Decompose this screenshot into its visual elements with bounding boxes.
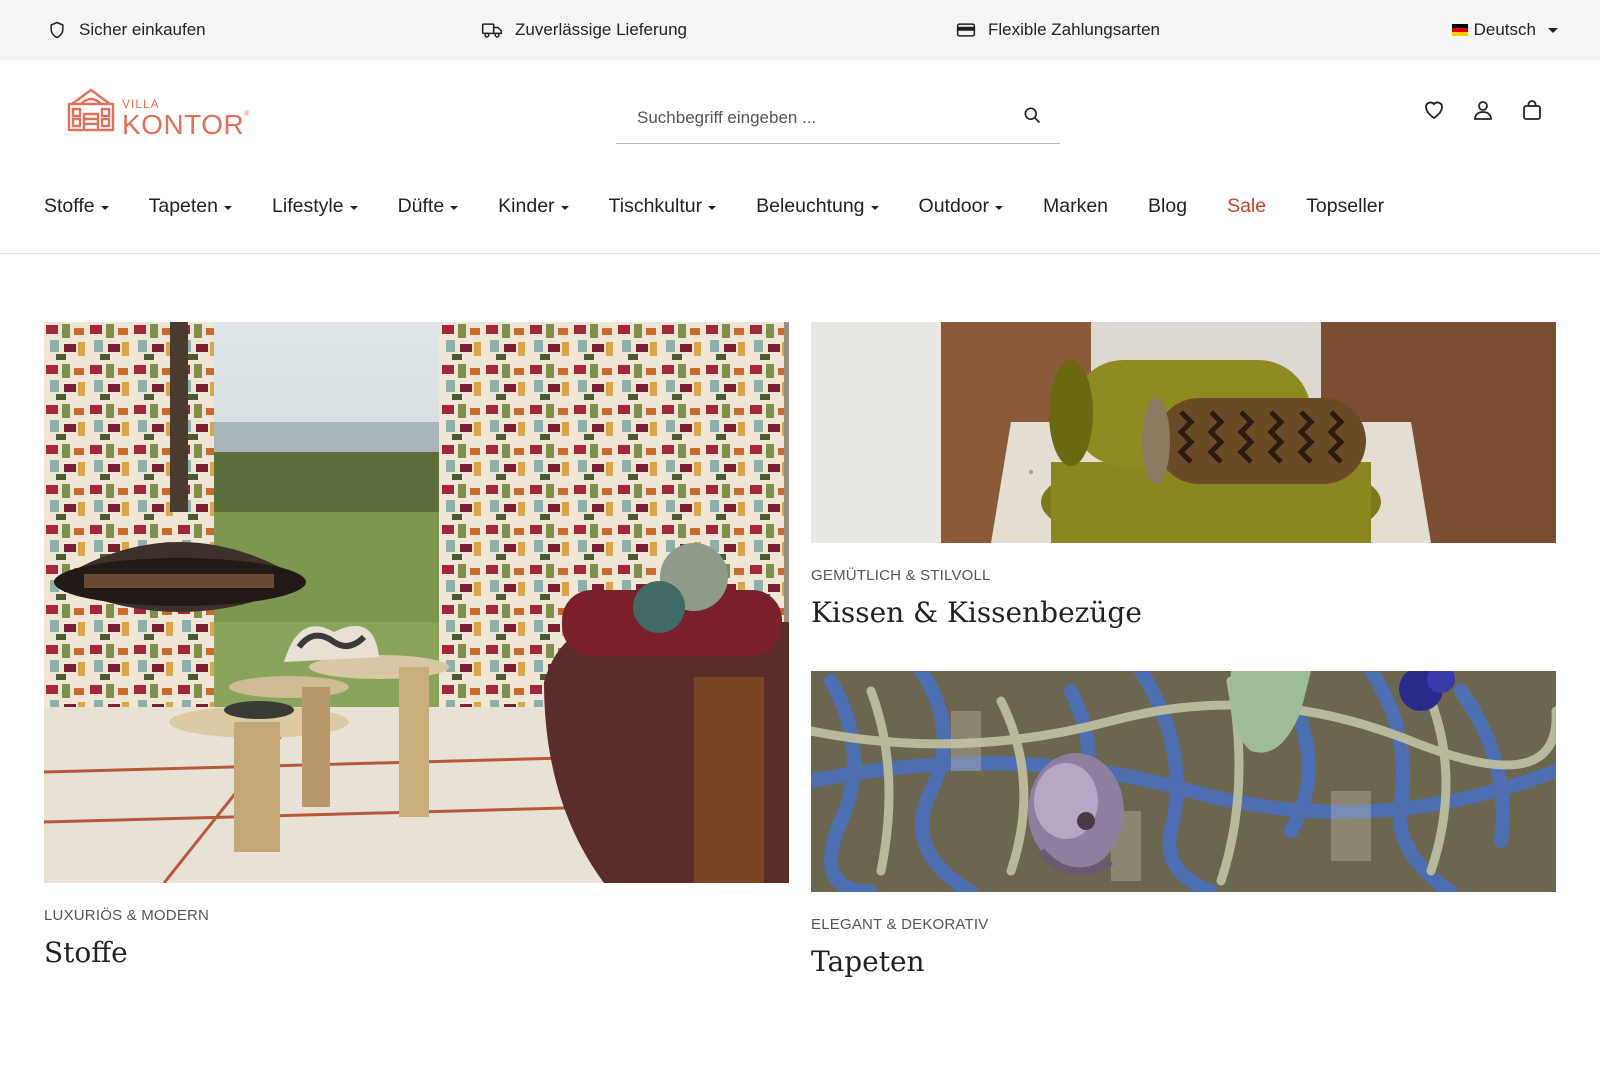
credit-card-icon [956, 22, 976, 38]
usp-label: Sicher einkaufen [79, 20, 206, 39]
nav-label: Tapeten [148, 194, 219, 217]
header-actions [1422, 98, 1544, 122]
search-bar [616, 92, 1060, 144]
usp-payment: Flexible Zahlungsarten [956, 0, 1160, 60]
logo[interactable]: VILLA KONTOR® [66, 84, 250, 139]
user-icon[interactable] [1471, 98, 1495, 122]
logo-line2: KONTOR [122, 109, 245, 140]
nav-item-beleuchtung[interactable]: Beleuchtung [756, 194, 879, 218]
german-flag-icon [1451, 24, 1468, 36]
usp-delivery: Zuverlässige Lieferung [481, 0, 687, 60]
usp-label: Flexible Zahlungsarten [988, 20, 1160, 39]
truck-icon [481, 20, 503, 40]
teaser-title[interactable]: Stoffe [44, 936, 789, 969]
language-label: Deutsch [1473, 20, 1536, 39]
teaser-image-kissen [811, 322, 1556, 543]
search-input[interactable] [616, 92, 1004, 143]
chevron-down-icon [995, 205, 1003, 210]
teaser-title[interactable]: Kissen & Kissenbezüge [811, 596, 1556, 629]
nav-item-tischkultur[interactable]: Tischkultur [609, 195, 717, 218]
usp-secure-shopping: Sicher einkaufen [47, 0, 206, 60]
nav-label: Outdoor [918, 194, 989, 217]
teaser-title[interactable]: Tapeten [811, 945, 1556, 978]
teaser-tapeten[interactable]: ELEGANT & DEKORATIV Tapeten [811, 671, 1556, 978]
teaser-eyebrow: ELEGANT & DEKORATIV [811, 916, 989, 933]
teaser-image-stoffe [44, 322, 789, 883]
nav-label: Lifestyle [272, 194, 344, 217]
nav-item-marken[interactable]: Marken [1043, 195, 1108, 218]
chevron-down-icon [708, 205, 717, 210]
teaser-image-tapeten [811, 671, 1556, 892]
language-selector[interactable]: Deutsch [1451, 0, 1558, 60]
nav-item-duefte[interactable]: Düfte [398, 195, 459, 218]
villa-building-icon [66, 84, 116, 139]
chevron-down-icon [870, 205, 879, 210]
nav-label: Tischkultur [608, 194, 703, 217]
search-button[interactable] [1004, 92, 1060, 143]
nav-item-stoffe[interactable]: Stoffe [44, 195, 109, 218]
nav-label: Sale [1227, 194, 1267, 217]
nav-label: Marken [1043, 194, 1109, 217]
nav-label: Topseller [1306, 194, 1385, 217]
shield-icon [47, 20, 67, 40]
shopping-bag-icon[interactable] [1520, 98, 1544, 122]
nav-label: Stoffe [44, 194, 95, 217]
teaser-kissen[interactable]: GEMÜTLICH & STILVOLL Kissen & Kissenbezü… [811, 322, 1556, 629]
search-icon [1022, 105, 1042, 130]
registered-mark: ® [244, 111, 250, 118]
chevron-down-icon [1548, 27, 1558, 33]
nav-item-kinder[interactable]: Kinder [498, 194, 569, 218]
chevron-down-icon [450, 205, 459, 210]
nav-item-lifestyle[interactable]: Lifestyle [272, 195, 358, 218]
heart-icon[interactable] [1422, 98, 1446, 122]
chevron-down-icon [560, 205, 569, 210]
teaser-eyebrow: LUXURIÖS & MODERN [44, 907, 210, 924]
teaser-stoffe[interactable]: LUXURIÖS & MODERN Stoffe [44, 322, 789, 969]
nav-item-topseller[interactable]: Topseller [1306, 195, 1384, 218]
nav-item-outdoor[interactable]: Outdoor [919, 195, 1003, 218]
teaser-eyebrow: GEMÜTLICH & STILVOLL [811, 567, 991, 584]
nav-item-tapeten[interactable]: Tapeten [148, 194, 233, 218]
nav-divider [0, 253, 1600, 254]
logo-wordmark: VILLA KONTOR® [122, 98, 250, 139]
main-navigation: Stoffe Tapeten Lifestyle Düfte Kinder Ti… [44, 186, 1424, 226]
nav-item-sale[interactable]: Sale [1227, 195, 1266, 218]
nav-label: Beleuchtung [756, 194, 865, 217]
chevron-down-icon [224, 205, 233, 210]
top-bar: Sicher einkaufen Zuverlässige Lieferung … [0, 0, 1600, 60]
nav-label: Blog [1148, 194, 1188, 217]
chevron-down-icon [100, 205, 109, 210]
nav-item-blog[interactable]: Blog [1148, 195, 1187, 218]
nav-label: Düfte [397, 194, 445, 217]
chevron-down-icon [349, 205, 358, 210]
nav-label: Kinder [498, 194, 555, 217]
usp-label: Zuverlässige Lieferung [515, 20, 687, 39]
